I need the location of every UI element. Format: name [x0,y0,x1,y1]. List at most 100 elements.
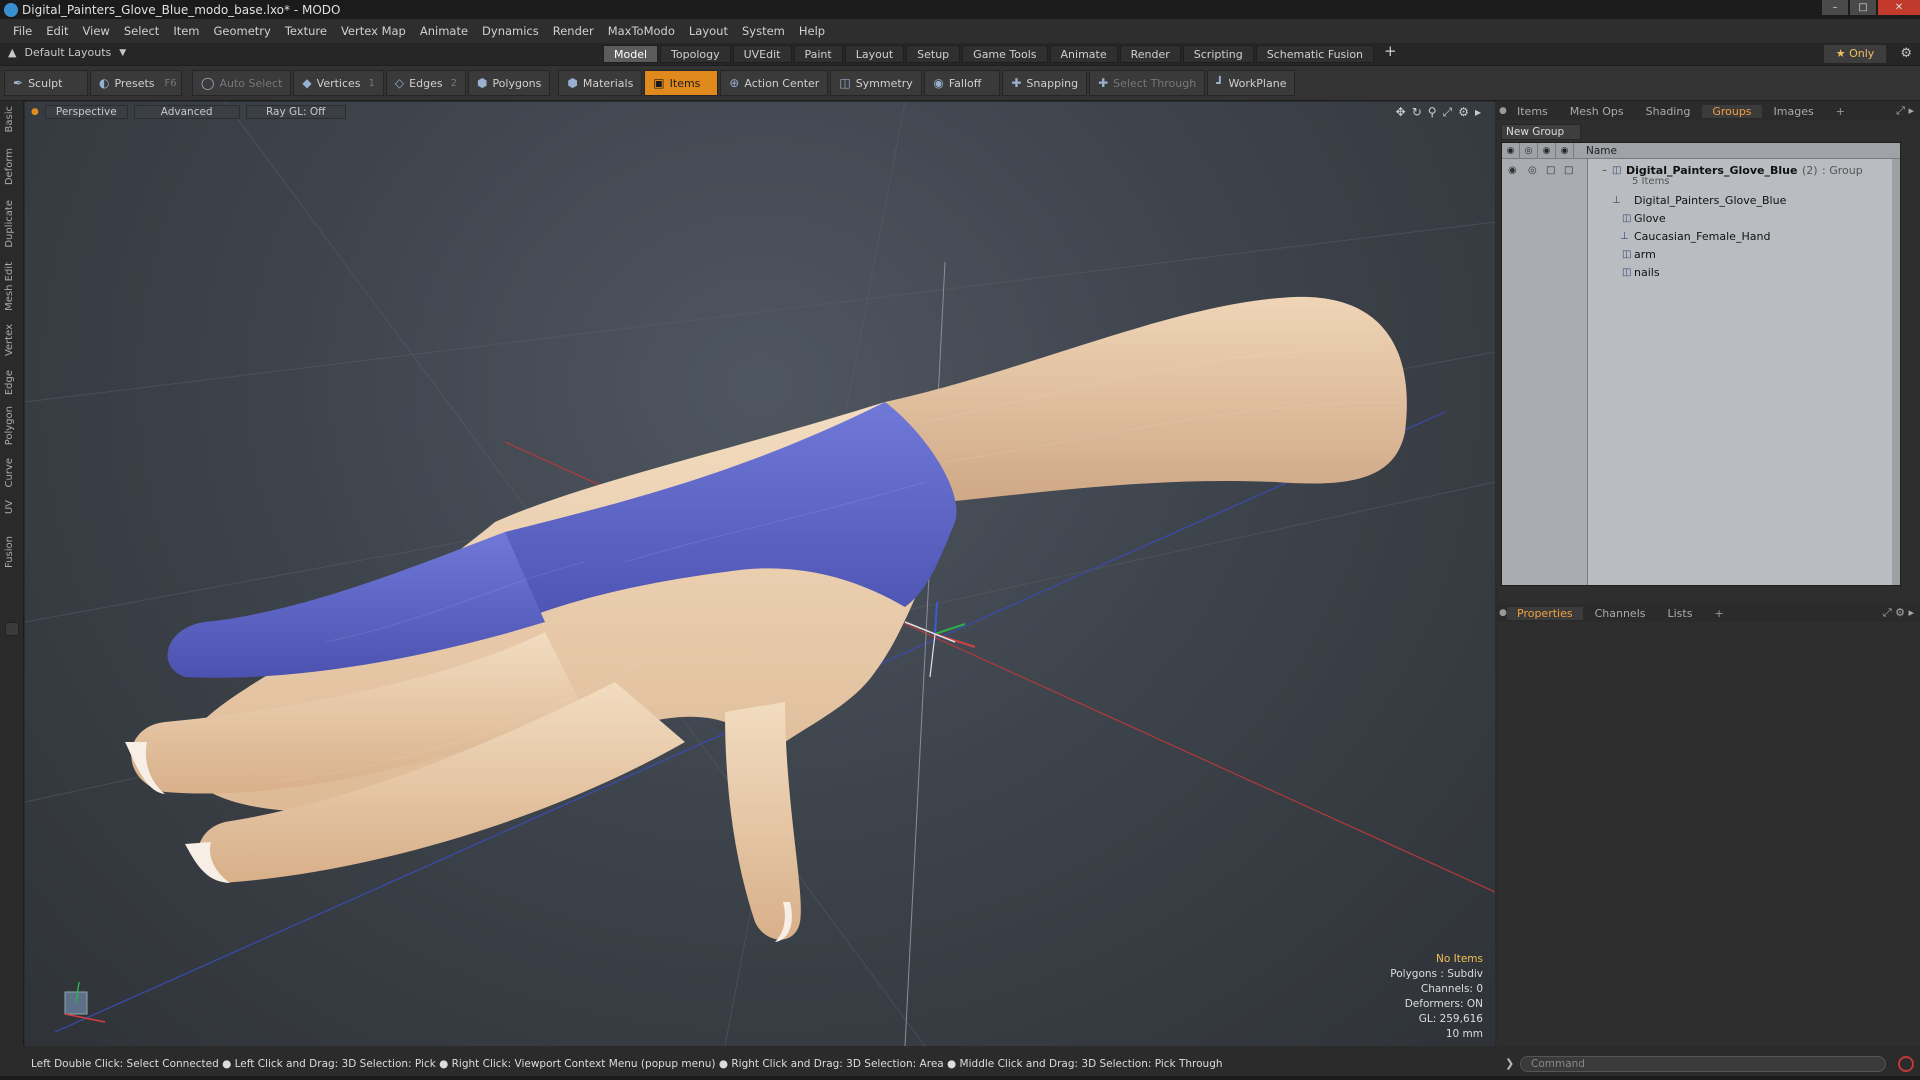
vtab-deform[interactable]: Deform [4,148,15,185]
select-column-icon[interactable]: ◉ [1556,142,1574,159]
items-button[interactable]: ▣ Items [644,70,719,96]
child-name: Glove [1634,211,1666,225]
shading-advanced-button[interactable]: Advanced [133,105,240,119]
stop-icon[interactable] [1898,1056,1914,1072]
menu-help[interactable]: Help [792,24,832,38]
vtab-duplicate[interactable]: Duplicate [4,200,15,248]
minimize-button[interactable]: – [1822,0,1848,15]
group-child-row[interactable]: ◫ arm [1502,245,1900,263]
viewport-menu-icon[interactable]: ● [31,107,39,117]
menu-system[interactable]: System [735,24,792,38]
tab-channels[interactable]: Channels [1585,607,1656,620]
layout-selector[interactable]: ▲ Default Layouts ▼ [8,46,126,59]
materials-button[interactable]: ⬢ Materials [558,70,643,96]
panel-menu-icon[interactable]: ● [1499,106,1507,116]
sculpt-button[interactable]: ✒ Sculpt [4,70,88,96]
panel-menu-icon[interactable]: ● [1499,608,1507,618]
layout-selector-label: Default Layouts [24,46,112,59]
tab-animate[interactable]: Animate [1049,45,1118,63]
tab-items[interactable]: Items [1507,105,1558,118]
tab-paint[interactable]: Paint [793,45,843,63]
falloff-button[interactable]: ◉ Falloff [924,70,1001,96]
group-child-row[interactable]: ⊥ Digital_Painters_Glove_Blue [1502,191,1900,209]
symmetry-button[interactable]: ◫ Symmetry [830,70,923,96]
add-tab-button[interactable]: + [1376,44,1405,63]
menu-geometry[interactable]: Geometry [207,24,278,38]
group-child-row[interactable]: ⊥ Caucasian_Female_Hand [1502,227,1900,245]
add-panel-tab-button[interactable]: + [1704,607,1733,620]
list-scrollbar[interactable] [1892,159,1900,585]
pan-icon[interactable]: ✥ [1396,105,1406,120]
tab-shading[interactable]: Shading [1636,105,1701,118]
panel-expand-icon[interactable]: ⤢ ▸ [1896,104,1914,118]
add-panel-tab-button[interactable]: + [1826,105,1855,118]
eye-column-icon[interactable]: ◉ [1502,142,1520,159]
menu-file[interactable]: File [6,24,39,38]
tab-lists[interactable]: Lists [1658,607,1703,620]
tab-layout[interactable]: Layout [844,45,905,63]
panel-expand-icon[interactable]: ⤢ ⚙ ▸ [1883,606,1914,620]
vtab-curve[interactable]: Curve [4,458,15,488]
select-through-button[interactable]: ✚ Select Through [1089,70,1206,96]
menu-edit[interactable]: Edit [39,24,75,38]
action-center-button[interactable]: ⊕ Action Center [720,70,829,96]
raygl-button[interactable]: Ray GL: Off [245,105,346,119]
menu-dynamics[interactable]: Dynamics [475,24,546,38]
tab-uvedit[interactable]: UVEdit [732,45,792,63]
menu-maxtomodo[interactable]: MaxToModo [601,24,682,38]
group-child-row[interactable]: ◫ Glove [1502,209,1900,227]
snapping-button[interactable]: ✚ Snapping [1002,70,1088,96]
strip-toggle-button[interactable] [5,622,19,636]
menu-select[interactable]: Select [117,24,166,38]
tab-game-tools[interactable]: Game Tools [962,45,1048,63]
vtab-polygon[interactable]: Polygon [4,406,15,445]
vtab-fusion[interactable]: Fusion [4,536,15,568]
tab-model[interactable]: Model [603,45,659,63]
tab-properties[interactable]: Properties [1507,606,1583,620]
vtab-mesh-edit[interactable]: Mesh Edit [4,262,15,311]
tab-groups[interactable]: Groups [1702,104,1762,118]
tab-scripting[interactable]: Scripting [1182,45,1254,63]
close-button[interactable]: ✕ [1878,0,1920,15]
tab-mesh-ops[interactable]: Mesh Ops [1560,105,1634,118]
menu-layout[interactable]: Layout [682,24,735,38]
maximize-button[interactable]: □ [1850,0,1876,15]
menu-texture[interactable]: Texture [278,24,334,38]
menu-view[interactable]: View [76,24,117,38]
command-input[interactable]: Command [1520,1056,1886,1072]
tab-render[interactable]: Render [1119,45,1181,63]
vtab-uv[interactable]: UV [4,500,15,514]
render-column-icon[interactable]: ◎ [1520,142,1538,159]
vtab-basic[interactable]: Basic [4,106,15,132]
group-child-row[interactable]: ◫ nails [1502,263,1900,281]
menu-item[interactable]: Item [166,24,206,38]
edges-button[interactable]: ◇ Edges 2 [385,70,466,96]
vertices-button[interactable]: ◆ Vertices 1 [293,70,384,96]
polygons-label: Polygons [492,76,542,90]
gear-icon[interactable]: ⚙ [1900,46,1912,61]
tab-images[interactable]: Images [1764,105,1824,118]
tab-topology[interactable]: Topology [660,45,731,63]
presets-button[interactable]: ◐ Presets F6 [90,70,182,96]
polygons-button[interactable]: ⬢ Polygons [467,70,551,96]
lock-column-icon[interactable]: ◉ [1538,142,1556,159]
tab-setup[interactable]: Setup [906,45,961,63]
view-perspective-button[interactable]: Perspective [44,105,128,119]
3d-viewport[interactable]: ● Perspective Advanced Ray GL: Off ✥ ↻ ⚲… [25,102,1495,1046]
menu-vertex-map[interactable]: Vertex Map [334,24,413,38]
new-group-button[interactable]: New Group [1501,124,1581,140]
viewport-header: ● Perspective Advanced Ray GL: Off [25,102,1495,122]
menu-animate[interactable]: Animate [413,24,475,38]
fit-icon[interactable]: ⤢ [1443,105,1453,120]
rotate-icon[interactable]: ↻ [1412,105,1422,120]
auto-select-button[interactable]: ◯ Auto Select [192,70,292,96]
viewport-settings-icon[interactable]: ⚙ [1458,105,1469,120]
zoom-icon[interactable]: ⚲ [1428,105,1437,120]
vtab-edge[interactable]: Edge [4,370,15,395]
menu-render[interactable]: Render [546,24,601,38]
vtab-vertex[interactable]: Vertex [4,324,15,356]
workplane-button[interactable]: ┛ WorkPlane [1207,70,1296,96]
only-button[interactable]: ★ Only [1824,45,1886,63]
tab-schematic-fusion[interactable]: Schematic Fusion [1255,45,1375,63]
expand-arrow-icon[interactable]: ▸ [1475,105,1481,120]
